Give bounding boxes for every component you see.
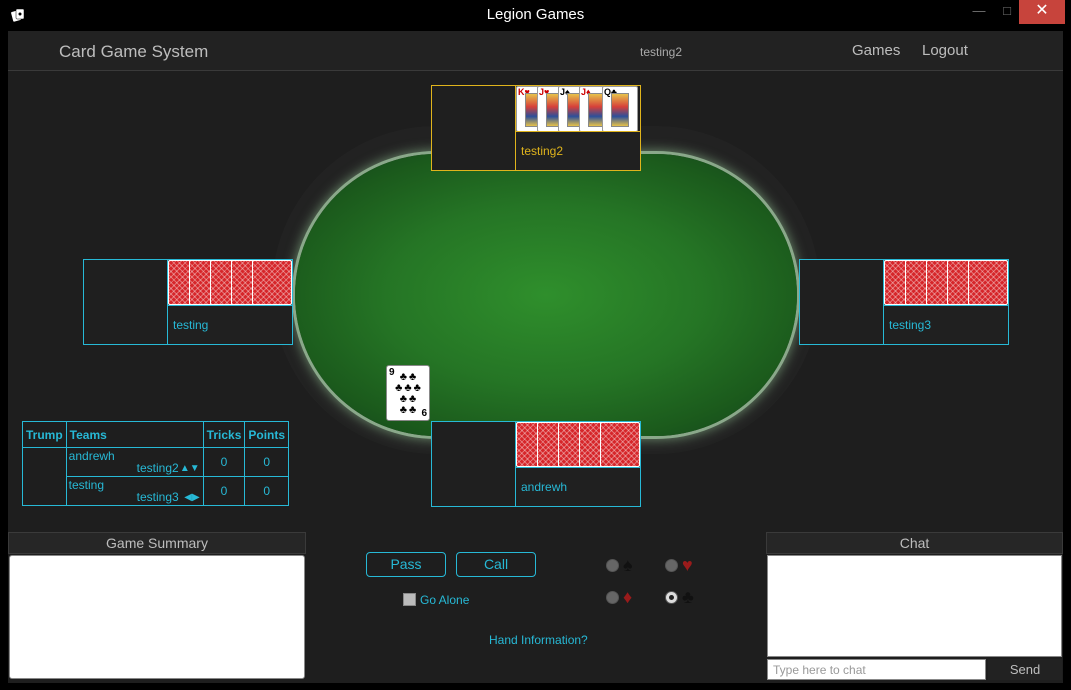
game-summary-title: Game Summary [8,532,306,554]
points-value: 0 [244,447,290,477]
trump-cell [22,447,67,506]
go-alone-checkbox[interactable]: Go Alone [403,593,469,607]
card-queen-clubs[interactable]: Q♣ [602,86,638,132]
points-header: Points [244,421,290,448]
minimize-button[interactable]: — [966,0,992,24]
suit-option-hearts[interactable]: ♥ [665,555,705,577]
radio-icon-selected[interactable] [665,591,678,604]
suit-option-clubs[interactable]: ♣ [665,587,705,609]
app-content: Card Game System testing2 Games Logout K… [8,31,1063,683]
chat-title: Chat [766,532,1063,554]
games-link[interactable]: Games [852,42,900,59]
played-card-nine-clubs: 9 ♣♣ ♣♣♣ ♣♣ ♣♣ 6 [386,365,430,421]
maximize-button[interactable]: □ [994,0,1020,24]
player-avatar [432,422,516,506]
checkbox-icon[interactable] [403,593,416,606]
player-hand-bottom [516,422,640,467]
heart-icon: ♥ [682,555,693,575]
tricks-value: 0 [202,447,246,477]
player-hand-left [168,260,292,305]
diamond-icon: ♦ [623,587,633,607]
player-avatar [800,260,884,344]
team-cell: testing testing3 ◀▶ [65,476,204,506]
hand-information-link[interactable]: Hand Information? [489,633,588,647]
tricks-value: 0 [202,476,246,506]
suit-option-spades[interactable]: ♠ [606,555,646,577]
card-back [252,260,292,305]
player-name-box: testing [168,305,292,344]
window-title: Legion Games [486,6,585,23]
suit-option-diamonds[interactable]: ♦ [606,587,646,609]
current-user: testing2 [640,45,683,59]
player-seat-top: K♥ J♥ J♠ J♦ Q♣ testing2 [431,85,641,171]
player-name-box: testing2 [516,131,640,170]
player-seat-bottom: andrewh [431,421,641,507]
player-hand-right [884,260,1008,305]
teams-header: Teams [65,421,204,448]
card-back [600,422,640,467]
player-hand-top: K♥ J♥ J♠ J♦ Q♣ [516,86,640,132]
player-avatar [432,86,516,170]
team-row: andrewh testing2 ▲▼ 0 0 [22,447,290,506]
radio-icon[interactable] [606,559,619,572]
player-name-left: testing [173,318,209,332]
team-direction-icon: ▲▼ [179,463,200,474]
navbar: Card Game System testing2 Games Logout [8,31,1063,71]
brand-title: Card Game System [59,42,209,61]
spade-icon: ♠ [623,555,633,575]
window-title-bar: Legion Games — □ ✕ [0,0,1071,31]
game-summary-box[interactable] [9,555,305,679]
card-back [968,260,1008,305]
player-name-top: testing2 [521,144,564,158]
player-avatar [84,260,168,344]
send-button[interactable]: Send [988,659,1062,680]
call-button[interactable]: Call [456,552,536,577]
close-button[interactable]: ✕ [1019,0,1065,24]
radio-icon[interactable] [606,591,619,604]
player-seat-left: testing [83,259,293,345]
team-cell: andrewh testing2 ▲▼ [65,447,204,477]
score-table: Trump Teams Tricks Points andrewh testin… [22,421,290,506]
logout-link[interactable]: Logout [922,42,968,59]
trump-header: Trump [22,421,67,448]
points-value: 0 [244,476,290,506]
player-name-bottom: andrewh [521,480,568,494]
table-felt [295,154,797,436]
player-name-box: andrewh [516,467,640,506]
tricks-header: Tricks [202,421,246,448]
club-icon: ♣ [682,587,694,607]
player-name-right: testing3 [889,318,932,332]
player-name-box: testing3 [884,305,1008,344]
radio-icon[interactable] [665,559,678,572]
pass-button[interactable]: Pass [366,552,446,577]
team-direction-icon: ◀▶ [184,492,200,503]
player-seat-right: testing3 [799,259,1009,345]
chat-input[interactable] [767,659,986,680]
club-pips: ♣♣ ♣♣♣ ♣♣ ♣♣ [395,371,423,416]
chat-log[interactable] [767,555,1062,657]
